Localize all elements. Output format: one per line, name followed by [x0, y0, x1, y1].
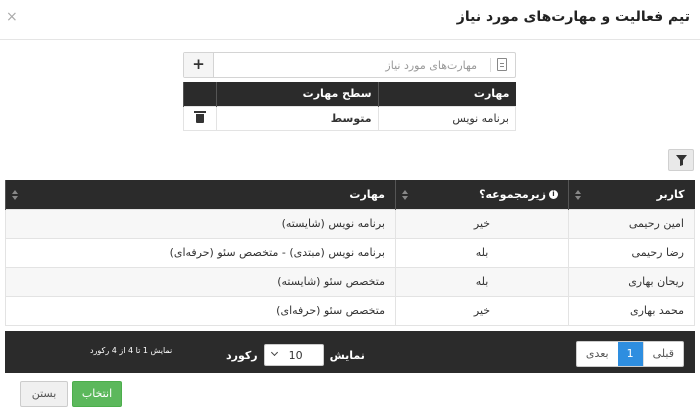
close-button[interactable]: بستن — [20, 381, 68, 407]
skills-table: مهارت سطح مهارت برنامه نویس متوسط — [183, 82, 517, 131]
chevron-down-icon — [270, 348, 278, 357]
column-header-skills[interactable]: مهارت — [5, 180, 396, 209]
skills-header-level: سطح مهارت — [216, 82, 379, 106]
skills-header-skill: مهارت — [377, 82, 516, 106]
delete-skill-button[interactable] — [183, 105, 217, 131]
skills-cell: برنامه نویس (شایسته) — [5, 208, 396, 239]
skills-cell: متخصص سئو (حرفه‌ای) — [5, 295, 396, 326]
skill-input-group: + — [183, 52, 516, 78]
document-icon — [497, 58, 507, 71]
column-header-subset[interactable]: iزیرمجموعه؟ — [395, 180, 569, 209]
pagination-page-1[interactable]: 1 — [617, 342, 643, 366]
table-info: نمایش 1 تا 4 از 4 رکورد — [90, 346, 173, 355]
input-separator — [490, 58, 491, 72]
table-footer: قبلی 1 بعدی نمایش 10 رکورد نمایش 1 تا 4 … — [5, 331, 695, 373]
page-length-control: نمایش 10 رکورد — [220, 344, 371, 366]
modal-title: تیم فعالیت و مهارت‌های مورد نیاز — [456, 9, 690, 25]
modal-header: تیم فعالیت و مهارت‌های مورد نیاز × — [0, 0, 700, 40]
filter-button[interactable] — [668, 149, 694, 171]
sort-icon — [575, 190, 581, 200]
sort-icon — [12, 190, 18, 200]
table-row[interactable]: محمد بهاری خیر متخصص سئو (حرفه‌ای) — [5, 295, 695, 326]
skills-cell: برنامه نویس (مبتدی) - متخصص سئو (حرفه‌ای… — [5, 237, 396, 268]
skills-header-action — [183, 82, 217, 106]
skills-cell: متخصص سئو (شایسته) — [5, 266, 396, 297]
add-skill-button[interactable]: + — [184, 53, 214, 77]
table-row[interactable]: امین رحیمی خیر برنامه نویس (شایسته) — [5, 208, 695, 239]
user-cell: محمد بهاری — [568, 295, 695, 326]
page-length-label-show: نمایش — [329, 348, 365, 362]
pagination-prev[interactable]: قبلی — [642, 342, 683, 366]
subset-cell: خیر — [395, 295, 569, 326]
users-table: کاربر iزیرمجموعه؟ مهارت امین رحیمی خیر ب… — [5, 180, 695, 326]
sort-icon — [402, 190, 408, 200]
page-length-label-record: رکورد — [226, 348, 258, 362]
select-button[interactable]: انتخاب — [72, 381, 122, 407]
column-header-user[interactable]: کاربر — [568, 180, 695, 209]
user-cell: ریحان بهاری — [568, 266, 695, 297]
subset-cell: خیر — [395, 208, 569, 239]
skill-search-input[interactable] — [215, 53, 483, 77]
table-row[interactable]: رضا رحیمی بله برنامه نویس (مبتدی) - متخص… — [5, 237, 695, 268]
level-cell: متوسط — [216, 105, 379, 131]
page-length-select[interactable]: 10 — [263, 344, 324, 366]
pagination: قبلی 1 بعدی — [575, 341, 684, 367]
skill-cell: برنامه نویس — [377, 105, 517, 131]
info-icon: i — [549, 190, 558, 200]
pagination-next[interactable]: بعدی — [577, 342, 618, 366]
table-row[interactable]: ریحان بهاری بله متخصص سئو (شایسته) — [5, 266, 695, 297]
user-cell: رضا رحیمی — [568, 237, 695, 268]
trash-icon — [194, 110, 206, 123]
table-row: برنامه نویس متوسط — [183, 105, 517, 131]
subset-cell: بله — [395, 237, 569, 268]
filter-icon — [676, 155, 687, 166]
subset-cell: بله — [395, 266, 569, 297]
close-icon[interactable]: × — [6, 9, 18, 25]
user-cell: امین رحیمی — [568, 208, 695, 239]
